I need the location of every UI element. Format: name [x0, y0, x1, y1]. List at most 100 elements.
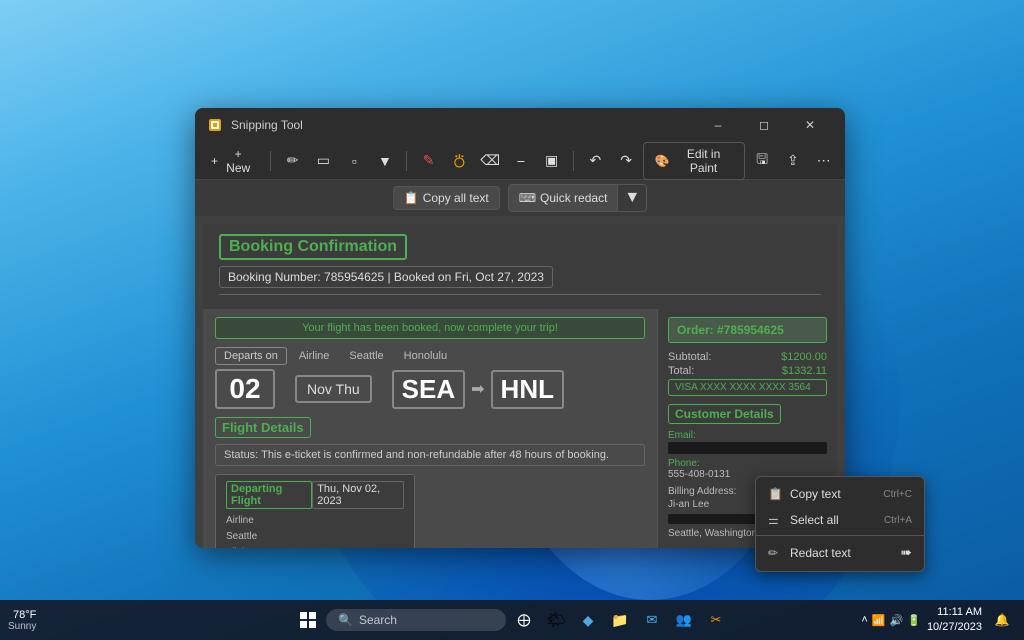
time: 11:11 AM — [927, 605, 982, 620]
separator2 — [406, 151, 407, 171]
minimize-button[interactable]: – — [695, 108, 741, 142]
redact-icon: ⌨ — [519, 191, 536, 205]
copy-all-text-button[interactable]: 📋 Copy all text — [393, 186, 500, 210]
departing-flight-number: Flight 7934 — [226, 545, 404, 548]
redact-text-menu-item[interactable]: ✏ Redact text ➠ — [756, 538, 924, 567]
taskbar-edge[interactable]: ◆ — [574, 606, 602, 634]
window-controls: – ◻ ✕ — [695, 108, 833, 142]
snip-mode-window[interactable]: ▭ — [310, 147, 337, 175]
email-label: Email: — [668, 430, 827, 441]
maximize-button[interactable]: ◻ — [741, 108, 787, 142]
weather-condition: Sunny — [8, 621, 36, 632]
flight-details-title: Flight Details — [215, 417, 311, 438]
new-button[interactable]: + + New — [203, 143, 262, 179]
order-box: Order: #785954625 — [668, 317, 827, 343]
separator3 — [573, 151, 574, 171]
taskbar-widgets[interactable]: 🌤 — [542, 606, 570, 634]
taskbar-snipping[interactable]: ✂ — [702, 606, 730, 634]
copy-text-icon: 📋 — [768, 487, 782, 501]
taskview-button[interactable]: ⨁ — [510, 606, 538, 634]
share-button[interactable]: ⇪ — [780, 147, 807, 175]
total-row: Total: $1332.11 — [668, 365, 827, 377]
header-divider — [219, 294, 821, 295]
new-label: + New — [222, 147, 254, 175]
redact-text-label: Redact text — [790, 546, 851, 560]
flight-month-day: Nov Thu — [295, 375, 372, 403]
crop-tool[interactable]: ▣ — [538, 147, 565, 175]
redo-button[interactable]: ↷ — [613, 147, 640, 175]
total-label: Total: — [668, 365, 694, 377]
customer-details-title: Customer Details — [668, 404, 781, 424]
search-box[interactable]: 🔍 Search — [326, 609, 506, 631]
select-all-label: Select all — [790, 513, 839, 527]
departs-row: Departs on Airline Seattle Honolulu — [215, 347, 645, 365]
subtotal-label: Subtotal: — [668, 351, 711, 363]
action-bar: 📋 Copy all text ⌨ Quick redact ▼ — [195, 180, 845, 216]
notification-button[interactable]: 🔔 — [988, 606, 1016, 634]
edit-paint-label: Edit in Paint — [673, 147, 733, 175]
close-button[interactable]: ✕ — [787, 108, 833, 142]
system-tray[interactable]: ˄ 📶 🔊 🔋 — [861, 614, 921, 627]
phone-label: Phone: — [668, 458, 827, 469]
departing-airline: Airline — [226, 513, 404, 529]
volume-icon: 🔊 — [890, 614, 904, 627]
weather-widget[interactable]: 78°F Sunny — [8, 609, 36, 632]
taskbar-teams[interactable]: 👥 — [670, 606, 698, 634]
quick-redact-label: Quick redact — [540, 191, 607, 205]
snip-mode-rect[interactable]: ▫ — [341, 147, 368, 175]
quick-redact-dropdown[interactable]: ▼ — [617, 185, 646, 211]
departs-label: Departs on — [215, 347, 287, 365]
more-button[interactable]: ⋯ — [810, 147, 837, 175]
taskbar-file-explorer[interactable]: 📁 — [606, 606, 634, 634]
email-field: Email: — [668, 430, 827, 454]
quick-redact-button[interactable]: ⌨ Quick redact — [509, 185, 618, 211]
window-title: Snipping Tool — [231, 118, 687, 132]
copy-text-menu-item[interactable]: 📋 Copy text Ctrl+C — [756, 481, 924, 507]
booking-title: Booking Confirmation — [219, 234, 407, 260]
subtotal-value: $1200.00 — [781, 351, 827, 363]
app-icon — [207, 117, 223, 133]
subtotal-row: Subtotal: $1200.00 — [668, 351, 827, 363]
taskbar-mail[interactable]: ✉ — [638, 606, 666, 634]
snip-mode-freeform[interactable]: ✏ — [279, 147, 306, 175]
weather-temp: 78°F — [13, 609, 36, 621]
select-all-menu-item[interactable]: ⚌ Select all Ctrl+A — [756, 507, 924, 533]
status-text: Status: This e-ticket is confirmed and n… — [215, 444, 645, 466]
flight-details-section: Flight Details Status: This e-ticket is … — [215, 417, 645, 548]
save-button[interactable]: 🖫 — [749, 147, 776, 175]
titlebar: Snipping Tool – ◻ ✕ — [195, 108, 845, 142]
snip-mode-delay[interactable]: ▼ — [372, 147, 399, 175]
email-value-redacted — [668, 442, 827, 454]
airline-label: Airline — [299, 350, 330, 362]
pen-tool[interactable]: ✎ — [415, 147, 442, 175]
departing-flight-label: Departing Flight — [226, 481, 312, 509]
taskbar-left: 78°F Sunny — [8, 609, 36, 632]
search-icon: 🔍 — [338, 613, 353, 627]
booking-main: Your flight has been booked, now complet… — [203, 309, 657, 548]
card-info: VISA XXXX XXXX XXXX 3564 — [668, 379, 827, 396]
context-menu-separator — [756, 535, 924, 536]
booking-number: Booking Number: 785954625 | Booked on Fr… — [219, 266, 553, 288]
highlighter-tool[interactable]: ⛣ — [446, 147, 473, 175]
context-menu: 📋 Copy text Ctrl+C ⚌ Select all Ctrl+A ✏… — [755, 476, 925, 572]
select-all-shortcut: Ctrl+A — [884, 515, 912, 526]
chevron-icon: ˄ — [861, 614, 867, 626]
clock[interactable]: 11:11 AM 10/27/2023 — [927, 605, 982, 636]
departing-flight-header: Departing Flight Thu, Nov 02, 2023 — [226, 481, 404, 509]
ruler-tool[interactable]: ⎯ — [508, 147, 535, 175]
taskbar-right: ˄ 📶 🔊 🔋 11:11 AM 10/27/2023 🔔 — [861, 605, 1016, 636]
toolbar: + + New ✏ ▭ ▫ ▼ ✎ ⛣ ⌫ ⎯ ▣ ↶ ↷ 🎨 Edit in … — [195, 142, 845, 180]
search-label: Search — [359, 613, 397, 627]
new-icon: + — [211, 154, 218, 168]
departing-city: Seattle — [226, 529, 404, 545]
flight-date-row: 02 Nov Thu SEA ➡ HNL — [215, 369, 645, 409]
edit-in-paint-button[interactable]: 🎨 Edit in Paint — [643, 142, 744, 180]
battery-icon: 🔋 — [907, 614, 921, 627]
dest-code: HNL — [491, 370, 564, 409]
eraser-tool[interactable]: ⌫ — [477, 147, 504, 175]
redact-text-icon: ✏ — [768, 546, 782, 560]
start-button[interactable] — [294, 606, 322, 634]
undo-button[interactable]: ↶ — [582, 147, 609, 175]
departing-flight-box: Departing Flight Thu, Nov 02, 2023 Airli… — [215, 474, 415, 548]
destination-label: Honolulu — [404, 350, 447, 362]
